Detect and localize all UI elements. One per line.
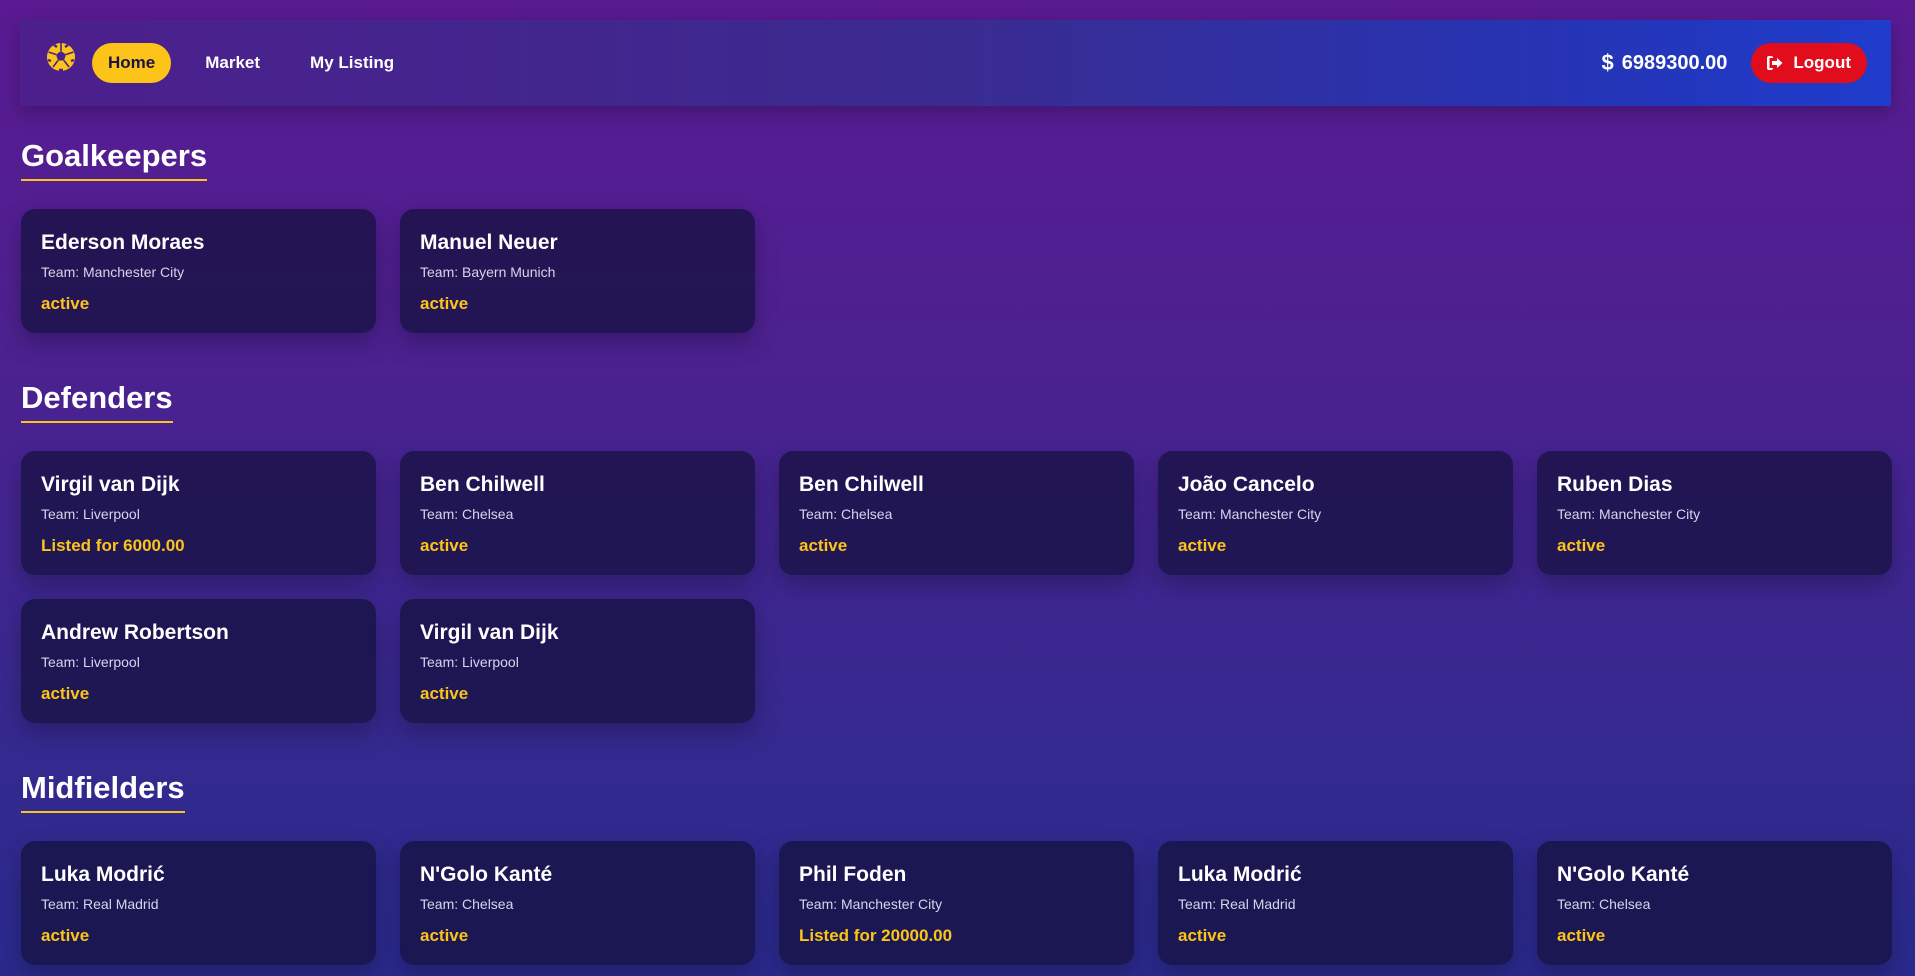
player-status: active [420,294,469,313]
dollar-icon: $ [1601,50,1614,75]
player-card[interactable]: João Cancelo Team: Manchester City activ… [1158,451,1513,575]
player-team: Team: Chelsea [420,506,514,522]
nav-my-listing-link[interactable]: My Listing [294,43,410,83]
player-card[interactable]: Virgil van Dijk Team: Liverpool Listed f… [21,451,376,575]
player-status: active [41,294,90,313]
player-status: active [41,926,90,945]
player-card[interactable]: Luka Modrić Team: Real Madrid active [1158,841,1513,965]
player-status: active [420,684,469,703]
player-card[interactable]: Ruben Dias Team: Manchester City active [1537,451,1892,575]
player-status: active [799,536,848,555]
player-status: active [420,536,469,555]
player-status: active [1557,926,1606,945]
player-name: Manuel Neuer [420,231,558,254]
defenders-grid: Virgil van Dijk Team: Liverpool Listed f… [21,451,1892,723]
player-name: Ederson Moraes [41,231,205,254]
goalkeepers-grid: Ederson Moraes Team: Manchester City act… [21,209,1892,333]
logout-label: Logout [1793,53,1851,72]
player-card[interactable]: Phil Foden Team: Manchester City Listed … [779,841,1134,965]
player-name: N'Golo Kanté [420,863,553,886]
player-team: Team: Chelsea [1557,896,1651,912]
player-status: active [1557,536,1606,555]
player-card[interactable]: Ederson Moraes Team: Manchester City act… [21,209,376,333]
player-card[interactable]: Manuel Neuer Team: Bayern Munich active [400,209,755,333]
section-title-defenders: Defenders [21,380,173,424]
player-status: active [1178,536,1227,555]
sign-out-icon [1767,56,1783,70]
player-name: Luka Modrić [41,863,165,886]
nav-market-link[interactable]: Market [189,43,276,83]
player-team: Team: Liverpool [41,506,140,522]
player-team: Team: Real Madrid [1178,896,1296,912]
balance-display: $ 6989300.00 [1601,50,1727,76]
player-team: Team: Liverpool [41,654,140,670]
balance-value: 6989300.00 [1621,51,1728,74]
midfielders-grid: Luka Modrić Team: Real Madrid active N'G… [21,841,1892,965]
player-status: active [41,684,90,703]
player-card[interactable]: Ben Chilwell Team: Chelsea active [400,451,755,575]
nav-home-link[interactable]: Home [92,43,172,83]
player-card[interactable]: N'Golo Kanté Team: Chelsea active [1537,841,1892,965]
player-status: Listed for 20000.00 [799,926,953,945]
player-name: João Cancelo [1178,473,1315,496]
player-team: Team: Manchester City [799,896,943,912]
player-team: Team: Real Madrid [41,896,159,912]
player-status: active [420,926,469,945]
player-name: Ruben Dias [1557,473,1673,496]
soccer-ball-icon[interactable] [44,40,78,74]
player-name: Phil Foden [799,863,907,886]
player-name: N'Golo Kanté [1557,863,1690,886]
player-team: Team: Manchester City [41,264,185,280]
player-team: Team: Manchester City [1178,506,1322,522]
player-name: Andrew Robertson [41,621,229,644]
player-name: Luka Modrić [1178,863,1302,886]
player-name: Ben Chilwell [799,473,924,496]
player-card[interactable]: Luka Modrić Team: Real Madrid active [21,841,376,965]
player-status: active [1178,926,1227,945]
player-team: Team: Bayern Munich [420,264,556,280]
player-team: Team: Manchester City [1557,506,1701,522]
player-name: Ben Chilwell [420,473,545,496]
section-title-goalkeepers: Goalkeepers [21,138,208,182]
logout-button[interactable]: Logout [1751,43,1867,83]
player-name: Virgil van Dijk [420,621,559,644]
section-title-midfielders: Midfielders [21,770,185,814]
player-status: Listed for 6000.00 [41,536,185,555]
player-team: Team: Chelsea [799,506,893,522]
player-card[interactable]: N'Golo Kanté Team: Chelsea active [400,841,755,965]
player-card[interactable]: Virgil van Dijk Team: Liverpool active [400,599,755,723]
top-navbar: Home Market My Listing $ 6989300.00 Logo… [20,20,1891,106]
player-team: Team: Liverpool [420,654,519,670]
player-name: Virgil van Dijk [41,473,180,496]
player-card[interactable]: Andrew Robertson Team: Liverpool active [21,599,376,723]
player-team: Team: Chelsea [420,896,514,912]
player-card[interactable]: Ben Chilwell Team: Chelsea active [779,451,1134,575]
